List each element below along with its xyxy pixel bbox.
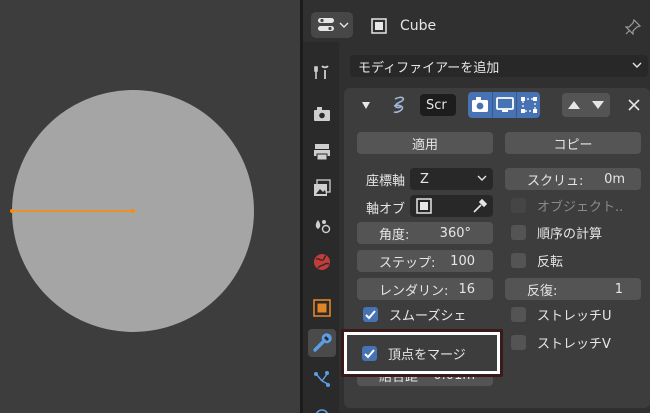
- tab-physics[interactable]: [308, 400, 336, 413]
- properties-editor: Cube モディファイアーを追加 Scr 適用 コピー 座標軸 Z スクリュ: …: [303, 0, 650, 413]
- screw-modifier-icon: [393, 96, 405, 114]
- steps-label: ステップ:: [379, 255, 436, 271]
- iterations-label: 反復:: [527, 283, 558, 299]
- view-layer-icon: [314, 179, 331, 196]
- output-icon: [314, 144, 330, 161]
- screw-value: 0m: [604, 171, 625, 187]
- edit-mode-toggle[interactable]: [468, 92, 492, 118]
- object-screw-label: オブジェクト..: [537, 200, 624, 215]
- close-icon[interactable]: [627, 98, 641, 112]
- render-steps-field[interactable]: レンダリン: 16: [357, 278, 493, 300]
- cage-display-toggle[interactable]: [516, 92, 540, 118]
- object-icon: [313, 299, 331, 317]
- properties-tabs: [303, 42, 339, 413]
- calc-order-checkbox[interactable]: [511, 225, 526, 240]
- tab-tool[interactable]: [308, 58, 336, 86]
- modifier-name: Scr: [426, 97, 447, 113]
- render-icon: [314, 107, 330, 121]
- axis-label: 座標軸: [366, 174, 406, 189]
- object-data-icon: [416, 198, 432, 214]
- copy-label: コピー: [553, 137, 593, 153]
- properties-header: Cube: [303, 8, 650, 42]
- tab-world[interactable]: [308, 248, 336, 276]
- modifier-name-field[interactable]: Scr: [420, 94, 456, 116]
- pin-icon[interactable]: [625, 19, 641, 35]
- 3d-viewport[interactable]: [0, 0, 300, 413]
- steps-field[interactable]: ステップ: 100: [357, 250, 493, 272]
- merge-vertices-checkbox[interactable]: [362, 346, 377, 361]
- tool-icon: [314, 65, 329, 79]
- object-name: Cube: [400, 18, 437, 34]
- eyedropper-icon[interactable]: [471, 198, 487, 214]
- chevron-down-icon: [477, 175, 487, 181]
- editor-type-icon: [318, 18, 349, 31]
- axis-dropdown[interactable]: Z: [410, 168, 493, 190]
- screw-offset-field[interactable]: スクリュ: 0m: [505, 168, 641, 190]
- world-icon: [314, 254, 330, 270]
- modifier-properties: モディファイアーを追加 Scr 適用 コピー 座標軸 Z スクリュ: 0m 軸オ…: [341, 42, 650, 413]
- flip-label: 反転: [537, 255, 564, 270]
- object-data-icon: [371, 18, 387, 34]
- merge-vertices-label: 頂点をマージ: [388, 348, 466, 363]
- tab-render[interactable]: [308, 100, 336, 128]
- move-up-button[interactable]: [562, 93, 586, 117]
- active-vertex: [131, 209, 135, 213]
- screw-label: スクリュ:: [527, 173, 584, 189]
- editor-type-button[interactable]: [311, 12, 353, 38]
- iterations-field[interactable]: 反復: 1: [505, 278, 641, 300]
- axis-object-label: 軸オブ: [366, 202, 406, 217]
- tab-view-layer[interactable]: [308, 174, 336, 202]
- object-screw-checkbox[interactable]: [511, 198, 526, 213]
- tab-modifiers[interactable]: [308, 329, 336, 357]
- tab-particles[interactable]: [308, 365, 336, 393]
- tab-scene[interactable]: [308, 210, 336, 238]
- apply-label: 適用: [411, 137, 438, 153]
- smooth-shading-checkbox[interactable]: [363, 307, 378, 322]
- merge-vertices-callout: 頂点をマージ: [341, 329, 503, 377]
- tab-output[interactable]: [308, 138, 336, 166]
- triangle-up-icon: [568, 101, 580, 109]
- vertex-cage-icon: [521, 97, 537, 113]
- merge-vertices-row[interactable]: 頂点をマージ: [347, 335, 497, 371]
- add-modifier-label: モディファイアーを追加: [358, 60, 500, 76]
- iterations-value: 1: [614, 281, 623, 297]
- copy-button[interactable]: コピー: [505, 132, 641, 154]
- selected-vertex: [10, 209, 14, 213]
- stretch-u-label: ストレッチU: [537, 309, 612, 324]
- move-down-button[interactable]: [586, 93, 610, 117]
- move-buttons: [562, 93, 610, 117]
- render-steps-label: レンダリン:: [379, 283, 449, 299]
- tab-object[interactable]: [308, 294, 336, 322]
- collapse-arrow-icon[interactable]: [361, 100, 371, 110]
- particles-icon: [314, 371, 330, 387]
- viewport-display-toggle[interactable]: [492, 92, 516, 118]
- axis-value: Z: [420, 171, 429, 187]
- render-steps-value: 16: [458, 281, 475, 297]
- smooth-shading-label: スムーズシェ: [389, 309, 467, 324]
- angle-field[interactable]: 角度: 360°: [357, 222, 493, 244]
- stretch-v-label: ストレッチV: [537, 337, 611, 352]
- angle-value: 360°: [439, 225, 471, 241]
- add-modifier-dropdown[interactable]: モディファイアーを追加: [350, 55, 648, 77]
- angle-label: 角度:: [379, 227, 410, 243]
- flip-checkbox[interactable]: [511, 253, 526, 268]
- scene-icon: [315, 220, 331, 234]
- checkmark-icon: [364, 349, 375, 359]
- checkmark-icon: [365, 310, 376, 320]
- physics-icon: [315, 409, 329, 413]
- apply-button[interactable]: 適用: [357, 132, 493, 154]
- axis-object-field[interactable]: [410, 195, 493, 217]
- chevron-down-icon: [632, 62, 642, 68]
- viewport-canvas: [10, 90, 254, 332]
- calc-order-label: 順序の計算: [537, 227, 603, 242]
- steps-value: 100: [450, 253, 475, 269]
- monitor-icon: [496, 97, 514, 112]
- camera-icon: [472, 97, 488, 112]
- modifier-wrench-icon: [313, 333, 332, 352]
- visibility-toggles: [468, 92, 540, 118]
- stretch-v-checkbox[interactable]: [511, 335, 526, 350]
- triangle-down-icon: [592, 101, 604, 109]
- stretch-u-checkbox[interactable]: [511, 307, 526, 322]
